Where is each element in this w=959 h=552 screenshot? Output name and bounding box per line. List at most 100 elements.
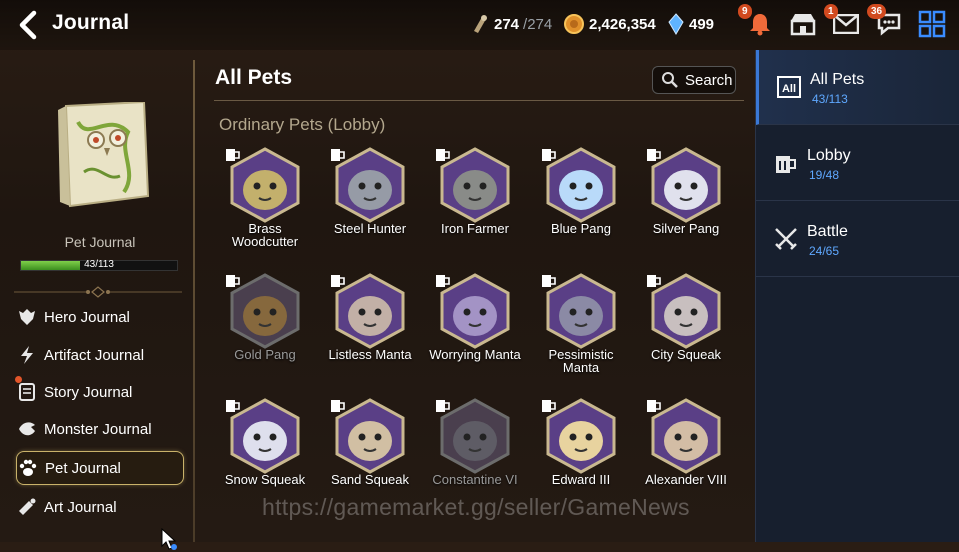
paw-icon	[17, 457, 39, 479]
nav-label: Artifact Journal	[44, 346, 145, 364]
pet-card[interactable]: Snow Squeak	[215, 397, 315, 486]
watermark-text: https://gamemarket.gg/seller/GameNews	[262, 494, 690, 520]
nav-monster-journal[interactable]: Monster Journal	[16, 413, 182, 445]
svg-text:All: All	[782, 83, 796, 95]
pet-card[interactable]: City Squeak	[636, 272, 736, 361]
nav-story-journal[interactable]: Story Journal	[16, 376, 182, 408]
nav-artifact-journal[interactable]: Artifact Journal	[16, 339, 182, 371]
gold-display: 2,426,354	[563, 13, 656, 35]
mouse-cursor-icon	[161, 528, 177, 550]
search-button[interactable]: Search	[652, 66, 736, 94]
lobby-mug-icon	[331, 400, 345, 412]
pet-card[interactable]: Sand Squeak	[320, 397, 420, 486]
pet-card[interactable]: Brass Woodcutter	[215, 146, 315, 248]
nav-art-journal[interactable]: Art Journal	[16, 491, 182, 523]
lobby-mug-icon	[647, 275, 661, 287]
lobby-mug-icon	[226, 149, 240, 161]
tab-all-pets[interactable]: All All Pets 43/113	[756, 50, 959, 125]
lobby-mug-icon	[331, 275, 345, 287]
pet-card[interactable]: Iron Farmer	[425, 146, 525, 235]
pet-card[interactable]: Alexander VIII	[636, 397, 736, 486]
mug-icon	[776, 156, 796, 173]
gold-value: 2,426,354	[589, 15, 656, 33]
pet-card[interactable]: Pessimistic Manta	[531, 272, 631, 374]
all-icon: All	[777, 76, 801, 98]
stamina-max: /274	[523, 15, 553, 33]
nav-hero-journal[interactable]: Hero Journal	[16, 301, 182, 333]
lobby-mug-icon	[226, 275, 240, 287]
pets-main: All Pets Search Ordinary Pets (Lobby) Br…	[200, 50, 755, 542]
pet-portrait	[647, 397, 725, 475]
pet-portrait	[542, 272, 620, 350]
journal-progress-text: 43/113	[84, 259, 114, 270]
swords-icon	[775, 228, 797, 250]
pet-portrait	[542, 397, 620, 475]
shop-button[interactable]	[787, 8, 819, 40]
pet-portrait	[226, 272, 304, 350]
tab-label: Lobby	[807, 147, 851, 164]
lobby-mug-icon	[331, 149, 345, 161]
pet-portrait	[226, 397, 304, 475]
hero-icon	[16, 306, 38, 328]
pet-portrait	[647, 146, 725, 224]
pet-portrait	[331, 146, 409, 224]
pet-card[interactable]: Worrying Manta	[425, 272, 525, 361]
monster-icon	[16, 418, 38, 440]
pet-card[interactable]: Blue Pang	[531, 146, 631, 235]
tab-count: 24/65	[809, 244, 840, 258]
artifact-icon	[16, 344, 38, 366]
pet-name: Pessimistic Manta	[548, 347, 614, 375]
search-icon	[662, 72, 678, 88]
pet-card[interactable]: Constantine VI	[425, 397, 525, 486]
stamina-value: 274	[494, 15, 520, 33]
nav-label: Story Journal	[44, 383, 133, 401]
story-icon	[16, 381, 38, 403]
pet-card[interactable]: Listless Manta	[320, 272, 420, 361]
journal-progress-bar: 43/113	[20, 259, 178, 271]
notice-button[interactable]: 9	[738, 4, 776, 40]
nav-label: Pet Journal	[45, 459, 121, 477]
chat-badge: 36	[867, 4, 887, 19]
nav-label: Art Journal	[44, 498, 117, 516]
menu-button[interactable]	[916, 8, 948, 40]
tab-lobby[interactable]: Lobby 19/48	[756, 126, 959, 201]
mail-badge: 1	[824, 4, 838, 19]
pet-portrait	[331, 397, 409, 475]
stamina-icon	[474, 15, 487, 33]
crystal-icon	[668, 13, 684, 35]
pet-card[interactable]: Gold Pang	[215, 272, 315, 361]
right-filter-panel: All All Pets 43/113 Lobby 19/48 Battle 2…	[755, 50, 959, 542]
tab-label: All Pets	[810, 71, 865, 88]
grid-menu-icon	[918, 10, 946, 38]
lobby-mug-icon	[436, 149, 450, 161]
section-title: All Pets	[215, 66, 293, 89]
crystal-value: 499	[689, 15, 715, 33]
nav-label: Hero Journal	[44, 308, 130, 326]
left-panel: Pet Journal 43/113 Hero Journal Artifact…	[0, 50, 193, 550]
lobby-mug-icon	[542, 149, 556, 161]
top-bar: Journal 274/274 2,426,354 499 9 1 36	[0, 0, 959, 50]
gold-coin-icon	[564, 14, 584, 34]
notice-badge: 9	[738, 4, 752, 19]
tab-count: 19/48	[809, 168, 840, 182]
crystal-display: 499	[667, 13, 714, 35]
pet-portrait	[436, 397, 514, 475]
lobby-mug-icon	[647, 400, 661, 412]
ornament-divider	[14, 286, 182, 298]
lobby-mug-icon	[436, 400, 450, 412]
page-title: Journal	[52, 11, 130, 34]
panel-divider	[193, 60, 195, 542]
pet-card[interactable]: Edward III	[531, 397, 631, 486]
mail-button[interactable]: 1	[824, 4, 862, 40]
tab-battle[interactable]: Battle 24/65	[756, 202, 959, 277]
pet-portrait	[436, 272, 514, 350]
nav-pet-journal[interactable]: Pet Journal	[16, 451, 184, 485]
pet-card[interactable]: Steel Hunter	[320, 146, 420, 235]
art-icon	[16, 496, 38, 518]
pet-portrait	[331, 272, 409, 350]
search-label: Search	[685, 71, 733, 89]
chat-button[interactable]: 36	[867, 4, 905, 40]
title-divider	[214, 100, 744, 101]
back-arrow-icon[interactable]	[14, 10, 44, 40]
pet-card[interactable]: Silver Pang	[636, 146, 736, 235]
